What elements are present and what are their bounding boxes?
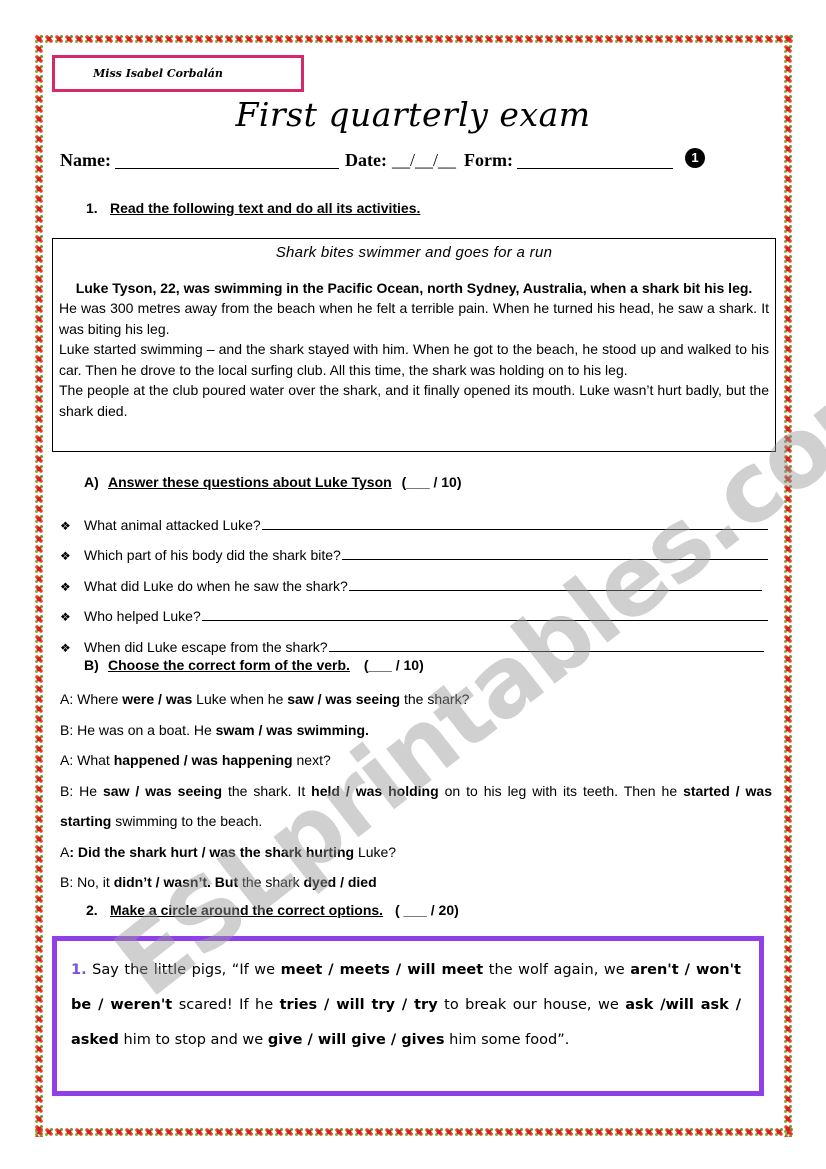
verb-choice-dialog: A: Where were / was Luke when he saw / w… (60, 684, 772, 898)
dialog-line: A: Where were / was Luke when he saw / w… (60, 684, 772, 715)
partA-score: (___ / 10) (401, 474, 462, 490)
border-bottom (34, 1127, 793, 1137)
dialog-line: B: No, it didn’t / wasn’t. But the shark… (60, 867, 772, 898)
section1-number: 1. (86, 200, 98, 216)
question-item: ❖ Which part of his body did the shark b… (60, 533, 768, 563)
dialog-text: Luke? (354, 843, 397, 860)
item-number: 1. (71, 962, 87, 978)
section2-number: 2. (86, 902, 98, 918)
dialog-text: B: He was on a boat. He (60, 721, 216, 738)
dialog-text: the shark? (400, 691, 470, 707)
student-info-row: Name: Date: __/__/__ Form: 1 (60, 147, 705, 171)
name-label: Name: (60, 150, 111, 170)
reading-paragraph: The people at the club poured water over… (59, 382, 769, 419)
dialog-line: A: Did the shark hurt / was the shark hu… (60, 837, 772, 868)
question-item: ❖ Who helped Luke? (60, 594, 768, 624)
sentence-text: him to stop and we (118, 1032, 268, 1048)
verb-option[interactable]: saw / was seeing (287, 691, 400, 707)
section2-score: ( ___ / 20) (394, 902, 459, 918)
answer-line[interactable] (328, 650, 764, 652)
form-field[interactable] (516, 152, 673, 169)
reading-paragraph: Luke started swimming – and the shark st… (59, 341, 769, 378)
reading-title: Shark bites swimmer and goes for a run (275, 244, 553, 261)
dialog-text: next? (292, 752, 331, 768)
verb-option[interactable]: saw / was seeing (103, 783, 222, 799)
sentence-text: scared! If he (172, 997, 280, 1013)
partA-heading: A) Answer these questions about Luke Tyso… (84, 474, 462, 490)
exam-title: First quarterly exam (235, 95, 591, 134)
section1-heading: 1. Read the following text and do all its… (86, 200, 420, 216)
partB-letter: B) (84, 657, 99, 673)
dialog-text: Luke when he (192, 691, 288, 707)
question-item: ❖ When did Luke escape from the shark? (60, 624, 768, 655)
question-text: What did Luke do when he saw the shark? (84, 577, 348, 594)
section2-instruction: Make a circle around the correct options… (110, 902, 384, 918)
diamond-bullet-icon: ❖ (60, 549, 71, 563)
reading-paragraph: He was 300 metres away from the beach wh… (59, 300, 769, 337)
partB-instruction: Choose the correct form of the verb. (108, 657, 350, 673)
sentence-text: Say the little pigs, “If we (86, 962, 281, 978)
dialog-text: B: No, it (60, 874, 114, 890)
section1-instruction: Read the following text and do all its a… (110, 200, 421, 216)
circle-options-box: 1. Say the little pigs, “If we meet / me… (52, 936, 764, 1096)
border-left (34, 34, 44, 1137)
partA-instruction: Answer these questions about Luke Tyson (108, 474, 392, 490)
question-list: ❖ What animal attacked Luke? ❖ Which par… (60, 502, 768, 655)
question-text: What animal attacked Luke? (84, 516, 261, 533)
verb-option[interactable]: happened / was happening (114, 752, 293, 768)
dialog-line: B: He saw / was seeing the shark. It hel… (60, 776, 772, 837)
question-text: Which part of his body did the shark bit… (84, 547, 341, 563)
dialog-text: swimming to the beach. (111, 813, 263, 829)
section2-heading: 2. Make a circle around the correct optio… (86, 902, 459, 918)
form-label: Form: (463, 150, 513, 170)
verb-option[interactable]: held / was holding (311, 783, 439, 799)
dialog-text: A: What (60, 752, 114, 768)
diamond-bullet-icon: ❖ (60, 579, 71, 594)
teacher-name-box: Miss Isabel Corbalán (52, 55, 304, 92)
circle-option[interactable]: give / will give / gives (268, 1032, 445, 1048)
dialog-text: B: He (60, 782, 104, 799)
question-item: ❖ What did Luke do when he saw the shark… (60, 563, 768, 594)
reading-lead-sentence: Luke Tyson, 22, was swimming in the Paci… (75, 279, 753, 296)
dialog-line: A: What happened / was happening next? (60, 745, 772, 776)
date-field[interactable]: __/__/__ (392, 150, 456, 171)
partA-letter: A) (84, 474, 99, 490)
circle-options-text: Say the little pigs, “If we meet / meets… (71, 962, 741, 1048)
dialog-text: A (60, 843, 70, 860)
dialog-line: B: He was on a boat. He swam / was swimm… (60, 715, 772, 746)
diamond-bullet-icon: ❖ (60, 610, 71, 624)
border-top (34, 34, 793, 44)
partB-score: (___ / 10) (363, 657, 424, 673)
diamond-bullet-icon: ❖ (60, 640, 71, 655)
dialog-text: on to his leg with its teeth. Then he (438, 782, 684, 799)
partB-heading: B) Choose the correct form of the verb. (… (84, 657, 424, 673)
verb-option[interactable]: dyed / died (304, 874, 377, 890)
diamond-bullet-icon: ❖ (60, 518, 71, 533)
border-right (783, 34, 793, 1137)
teacher-name: Miss Isabel Corbalán (93, 67, 223, 80)
page-number-badge: 1 (684, 147, 705, 168)
answer-line[interactable] (261, 528, 768, 530)
verb-option[interactable]: swam / was swimming. (216, 722, 369, 738)
verb-option[interactable]: were / was (122, 691, 192, 707)
question-text: When did Luke escape from the shark? (84, 638, 328, 655)
answer-line[interactable] (348, 589, 762, 591)
verb-option[interactable]: didn’t / wasn’t. But (114, 874, 238, 890)
name-field[interactable] (114, 152, 339, 169)
dialog-text: the shark (238, 874, 304, 890)
circle-option[interactable]: tries / will try / try (280, 997, 438, 1013)
circle-option[interactable]: meet / meets / will meet (281, 962, 484, 978)
sentence-text: the wolf again, we (483, 962, 631, 978)
answer-line[interactable] (201, 620, 768, 621)
verb-option[interactable]: : Did the shark hurt / was the shark hur… (69, 844, 354, 860)
dialog-text: A: Where (60, 691, 123, 707)
question-item: ❖ What animal attacked Luke? (60, 502, 768, 533)
dialog-text: the shark. It (222, 782, 312, 799)
answer-line[interactable] (341, 559, 768, 560)
sentence-text: to break our house, we (437, 997, 626, 1013)
date-label: Date: (344, 150, 387, 170)
reading-text-box: Shark bites swimmer and goes for a run L… (52, 238, 776, 452)
sentence-text: him some food”. (444, 1032, 570, 1048)
question-text: Who helped Luke? (84, 608, 201, 624)
